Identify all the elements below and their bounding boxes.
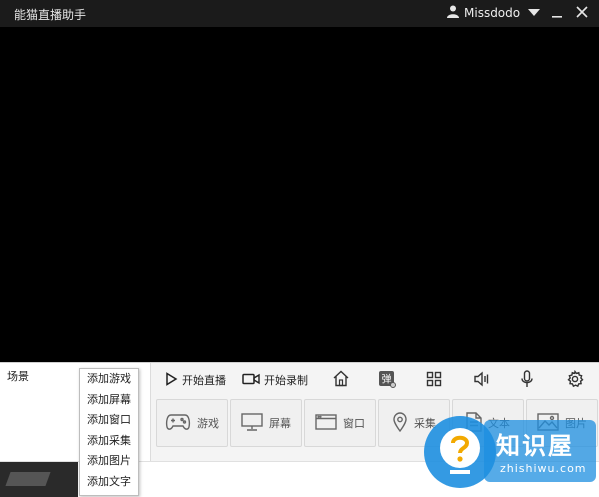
app-title: 能猫直播助手 [14, 8, 87, 22]
minimize-button[interactable] [546, 2, 568, 24]
home-button[interactable] [332, 365, 350, 395]
start-live-label: 开始直播 [182, 374, 226, 387]
home-icon [332, 370, 350, 390]
speaker-icon [473, 370, 491, 390]
user-menu[interactable]: Missdodo [447, 5, 520, 21]
text-source-label: 文本 [488, 417, 510, 430]
menu-item-add-window[interactable]: 添加窗口 [80, 410, 138, 431]
chevron-down-icon [528, 7, 540, 20]
document-icon [466, 411, 482, 435]
scene-thumbnail[interactable] [0, 462, 78, 497]
capture-source-label: 采集 [414, 417, 436, 430]
user-name: Missdodo [464, 6, 521, 20]
image-source-label: 图片 [565, 417, 587, 430]
danmaku-icon: 弹 [378, 370, 396, 391]
gear-icon [566, 369, 584, 391]
add-screen-source-button[interactable]: 屏幕 [230, 399, 302, 447]
close-button[interactable] [571, 2, 593, 24]
volume-button[interactable] [473, 365, 491, 395]
add-text-source-button[interactable]: 文本 [452, 399, 524, 447]
danmaku-button[interactable]: 弹 [378, 365, 396, 395]
start-live-button[interactable]: 开始直播 [164, 365, 226, 395]
menu-item-add-screen[interactable]: 添加屏幕 [80, 390, 138, 411]
settings-button[interactable] [566, 365, 584, 395]
menu-item-add-capture[interactable]: 添加采集 [80, 431, 138, 452]
account-dropdown-button[interactable] [523, 2, 545, 24]
preview-area [0, 27, 599, 362]
menu-item-add-text[interactable]: 添加文字 [80, 472, 138, 493]
gamepad-icon [165, 413, 191, 434]
video-camera-icon [242, 373, 260, 388]
add-window-source-button[interactable]: 窗口 [304, 399, 376, 447]
toolbar: 开始直播 开始录制 弹 [152, 365, 599, 395]
menu-item-add-image[interactable]: 添加图片 [80, 451, 138, 472]
add-capture-source-button[interactable]: 采集 [378, 399, 450, 447]
game-source-label: 游戏 [197, 417, 219, 430]
image-icon [537, 412, 559, 434]
add-source-menu: 添加游戏 添加屏幕 添加窗口 添加采集 添加图片 添加文字 [79, 368, 139, 496]
user-icon [447, 5, 459, 21]
title-bar: 能猫直播助手 Missdodo [0, 0, 599, 27]
scene-label: 场景 [7, 370, 29, 383]
screen-source-label: 屏幕 [269, 417, 291, 430]
minimize-icon [551, 6, 563, 21]
location-pin-icon [392, 411, 408, 435]
add-image-source-button[interactable]: 图片 [526, 399, 598, 447]
add-game-source-button[interactable]: 游戏 [156, 399, 228, 447]
microphone-button[interactable] [520, 365, 534, 395]
monitor-icon [241, 412, 263, 434]
play-icon [164, 371, 178, 389]
grid-icon [426, 371, 442, 390]
start-record-button[interactable]: 开始录制 [242, 365, 308, 395]
menu-item-add-game[interactable]: 添加游戏 [80, 369, 138, 390]
microphone-icon [520, 369, 534, 391]
close-icon [576, 5, 588, 21]
window-icon [315, 413, 337, 433]
layout-grid-button[interactable] [426, 365, 442, 395]
svg-text:弹: 弹 [382, 372, 392, 385]
window-source-label: 窗口 [343, 417, 365, 430]
start-record-label: 开始录制 [264, 374, 308, 387]
